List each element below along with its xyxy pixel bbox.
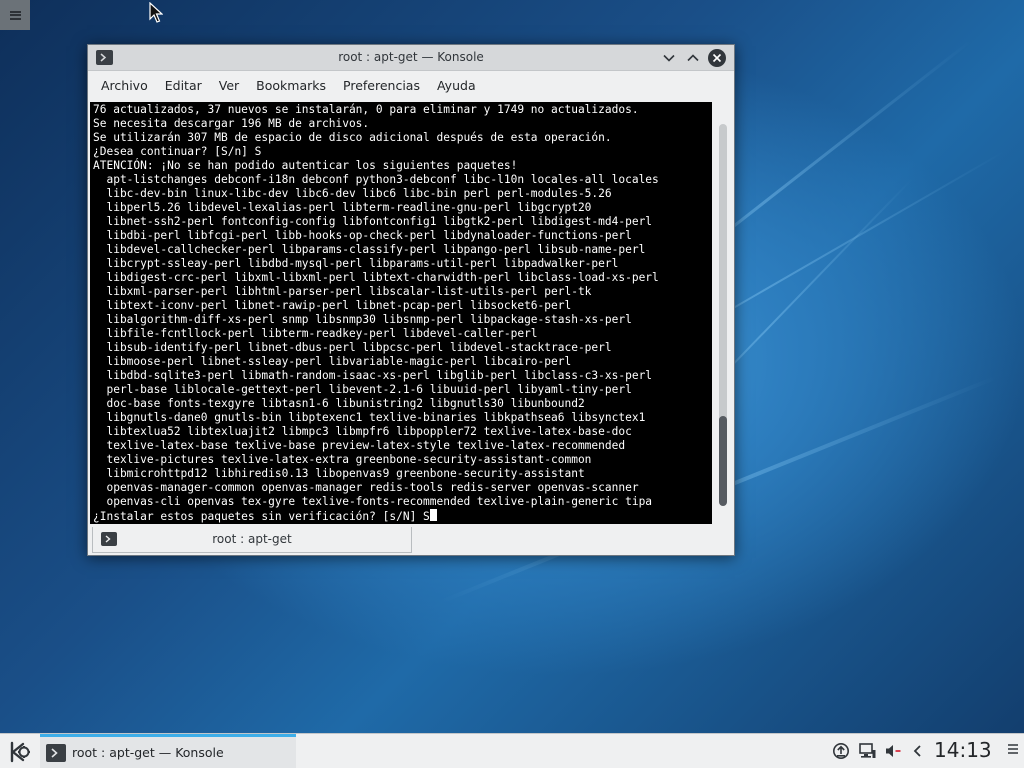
terminal-line: libtext-iconv-perl libnet-rawip-perl lib… bbox=[93, 299, 572, 312]
menu-preferencias[interactable]: Preferencias bbox=[335, 71, 428, 101]
menu-archivo[interactable]: Archivo bbox=[93, 71, 156, 101]
terminal-scrollbar[interactable] bbox=[712, 102, 734, 524]
terminal-line: libxml-parser-perl libhtml-parser-perl l… bbox=[93, 285, 592, 298]
terminal-line: ATENCIÓN: ¡No se han podido autenticar l… bbox=[93, 159, 518, 172]
clock[interactable]: 14:13 bbox=[934, 738, 992, 762]
terminal-line: libsub-identify-perl libnet-dbus-perl li… bbox=[93, 341, 612, 354]
tab-root-apt-get[interactable]: root : apt-get bbox=[92, 527, 412, 553]
terminal-output[interactable]: 76 actualizados, 37 nuevos se instalarán… bbox=[90, 102, 712, 524]
terminal-line: libcrypt-ssleay-perl libdbd-mysql-perl l… bbox=[93, 257, 619, 270]
close-icon bbox=[712, 53, 722, 63]
terminal-line: libmoose-perl libnet-ssleay-perl libvari… bbox=[93, 355, 572, 368]
updates-icon[interactable] bbox=[832, 742, 850, 760]
maximize-button[interactable] bbox=[684, 49, 702, 67]
mouse-cursor-icon bbox=[149, 2, 163, 23]
terminal-line: texlive-latex-base texlive-base preview-… bbox=[93, 439, 626, 452]
tab-bar: root : apt-get bbox=[90, 525, 734, 555]
expand-tray-icon[interactable] bbox=[908, 742, 926, 760]
terminal-line: doc-base fonts-texgyre libtasn1-6 libuni… bbox=[93, 397, 585, 410]
terminal-line: libtexlua52 libtexluajit2 libmpc3 libmpf… bbox=[93, 425, 632, 438]
terminal-line: texlive-pictures texlive-latex-extra gre… bbox=[93, 453, 592, 466]
terminal-line: libc-dev-bin linux-libc-dev libc6-dev li… bbox=[93, 187, 612, 200]
terminal-line: libdbd-sqlite3-perl libmath-random-isaac… bbox=[93, 369, 653, 382]
hamburger-icon bbox=[9, 10, 21, 20]
kde-launcher-icon[interactable] bbox=[5, 738, 33, 766]
terminal-line: libperl5.26 libdevel-lexalias-perl libte… bbox=[93, 201, 592, 214]
desktop-toolbox-button[interactable] bbox=[0, 0, 30, 30]
chevron-up-icon bbox=[687, 54, 699, 62]
terminal-text: 76 actualizados, 37 nuevos se instalarán… bbox=[90, 102, 712, 524]
taskbar: root : apt-get — Konsole 14:13 bbox=[0, 733, 1024, 768]
terminal-line: libgnutls-dane0 gnutls-bin libptexenc1 t… bbox=[93, 411, 646, 424]
scrollbar-thumb[interactable] bbox=[719, 416, 727, 506]
terminal-cursor bbox=[429, 509, 437, 521]
terminal-line: libfile-fcntllock-perl libterm-readkey-p… bbox=[93, 327, 538, 340]
terminal-line: perl-base liblocale-gettext-perl libeven… bbox=[93, 383, 632, 396]
minimize-button[interactable] bbox=[660, 49, 678, 67]
terminal-line: Se utilizarán 307 MB de espacio de disco… bbox=[93, 131, 612, 144]
menu-editar[interactable]: Editar bbox=[157, 71, 210, 101]
terminal-line: ¿Desea continuar? [S/n] S bbox=[93, 145, 262, 158]
konsole-window[interactable]: root : apt-get — Konsole Archivo Editar … bbox=[87, 44, 735, 556]
network-icon[interactable] bbox=[858, 742, 876, 760]
panel-options-icon[interactable] bbox=[1006, 742, 1020, 760]
terminal-line: libdbi-perl libfcgi-perl libb-hooks-op-c… bbox=[93, 229, 632, 242]
chevron-down-icon bbox=[663, 54, 675, 62]
terminal-line: apt-listchanges debconf-i18n debconf pyt… bbox=[93, 173, 659, 186]
menu-ayuda[interactable]: Ayuda bbox=[429, 71, 484, 101]
menu-ver[interactable]: Ver bbox=[211, 71, 247, 101]
terminal-line: libdevel-callchecker-perl libparams-clas… bbox=[93, 243, 646, 256]
terminal-line: libalgorithm-diff-xs-perl snmp libsnmp30… bbox=[93, 313, 632, 326]
menubar: Archivo Editar Ver Bookmarks Preferencia… bbox=[88, 71, 734, 101]
terminal-line: 76 actualizados, 37 nuevos se instalarán… bbox=[93, 103, 639, 116]
close-button[interactable] bbox=[708, 49, 726, 67]
tab-label: root : apt-get bbox=[212, 532, 292, 546]
terminal-line: libdigest-crc-perl libxml-libxml-perl li… bbox=[93, 271, 659, 284]
terminal-line: libnet-ssh2-perl fontconfig-config libfo… bbox=[93, 215, 653, 228]
terminal-line: Se necesita descargar 196 MB de archivos… bbox=[93, 117, 370, 130]
terminal-icon bbox=[46, 744, 66, 762]
task-konsole[interactable]: root : apt-get — Konsole bbox=[40, 734, 296, 768]
window-titlebar[interactable]: root : apt-get — Konsole bbox=[88, 45, 734, 71]
terminal-line: ¿Instalar estos paquetes sin verificació… bbox=[93, 510, 430, 523]
volume-muted-icon[interactable] bbox=[884, 742, 902, 760]
terminal-line: openvas-manager-common openvas-manager r… bbox=[93, 481, 639, 494]
menu-bookmarks[interactable]: Bookmarks bbox=[248, 71, 334, 101]
terminal-line: libmicrohttpd12 libhiredis0.13 libopenva… bbox=[93, 467, 585, 480]
terminal-line: openvas-cli openvas tex-gyre texlive-fon… bbox=[93, 495, 653, 508]
task-label: root : apt-get — Konsole bbox=[72, 745, 224, 760]
window-title: root : apt-get — Konsole bbox=[338, 50, 484, 64]
